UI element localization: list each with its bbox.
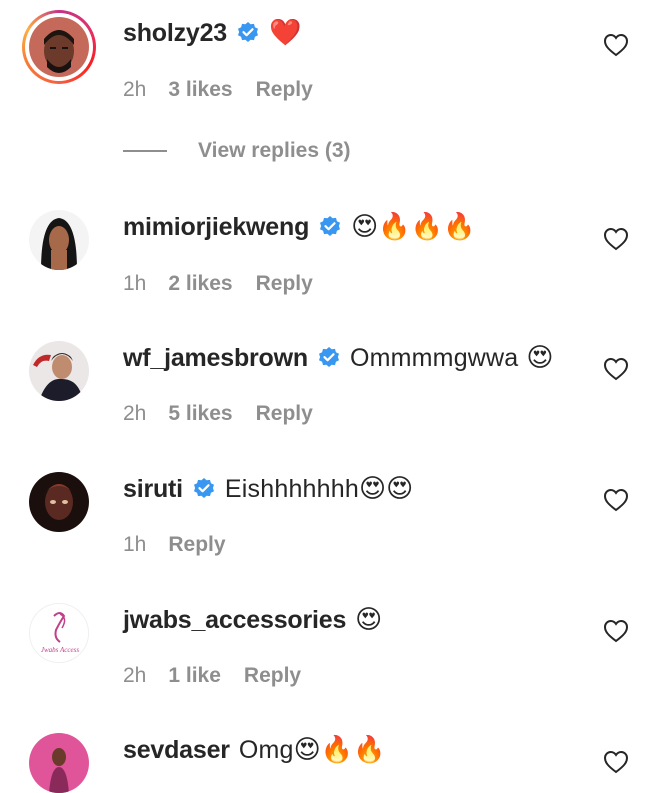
comment-emojis: 😍😍 (358, 474, 414, 504)
username[interactable]: wf_jamesbrown (123, 342, 308, 374)
heart-outline-icon[interactable] (603, 750, 629, 774)
comment-text: Omg (238, 736, 294, 764)
comment-emojis: 😍 (526, 343, 554, 373)
verified-badge-icon (320, 216, 341, 236)
comment-time: 2h (123, 78, 147, 101)
svg-text:Jwabs Access: Jwabs Access (41, 646, 79, 654)
comment-text: Eishhhhhhh (224, 475, 359, 503)
username[interactable]: sevdaser (123, 734, 230, 766)
comment-emojis: ❤️ (269, 18, 302, 48)
reply-button[interactable]: Reply (256, 78, 313, 102)
likes-count[interactable]: 2 likes (168, 272, 232, 296)
likes-count[interactable]: 3 likes (168, 78, 232, 102)
comment-text: Ommmmgwwa (349, 344, 519, 372)
view-replies-button[interactable]: View replies (3) (123, 139, 351, 163)
username[interactable]: sholzy23 (123, 17, 227, 49)
reply-button[interactable]: Reply (168, 533, 225, 557)
heart-outline-icon[interactable] (603, 227, 629, 251)
comment-emojis: 😍🔥🔥 (293, 735, 386, 765)
avatar[interactable] (29, 210, 89, 270)
comment-emojis: 😍🔥🔥🔥 (351, 212, 476, 242)
divider (123, 150, 167, 152)
likes-count[interactable]: 5 likes (168, 402, 232, 426)
username[interactable]: mimiorjiekweng (123, 211, 309, 243)
verified-badge-icon (238, 22, 259, 42)
avatar (29, 17, 89, 77)
comment-time: 2h (123, 664, 147, 687)
view-replies-label: View replies (3) (198, 139, 351, 162)
username[interactable]: jwabs_accessories (123, 604, 346, 636)
avatar[interactable] (29, 733, 89, 793)
heart-outline-icon[interactable] (603, 619, 629, 643)
verified-badge-icon (318, 347, 339, 367)
comment-time: 1h (123, 533, 147, 556)
comment-emojis: 😍 (355, 605, 383, 635)
verified-badge-icon (193, 478, 214, 498)
comment-time: 1h (123, 272, 147, 295)
heart-outline-icon[interactable] (603, 33, 629, 57)
username[interactable]: siruti (123, 473, 183, 505)
heart-outline-icon[interactable] (603, 357, 629, 381)
avatar-story-ring[interactable] (22, 10, 96, 84)
reply-button[interactable]: Reply (256, 272, 313, 296)
likes-count[interactable]: 1 like (168, 664, 221, 688)
avatar[interactable] (29, 341, 89, 401)
comment-time: 2h (123, 402, 147, 425)
avatar[interactable] (29, 472, 89, 532)
heart-outline-icon[interactable] (603, 488, 629, 512)
reply-button[interactable]: Reply (256, 402, 313, 426)
reply-button[interactable]: Reply (244, 664, 301, 688)
avatar[interactable]: Jwabs Access (29, 603, 89, 663)
